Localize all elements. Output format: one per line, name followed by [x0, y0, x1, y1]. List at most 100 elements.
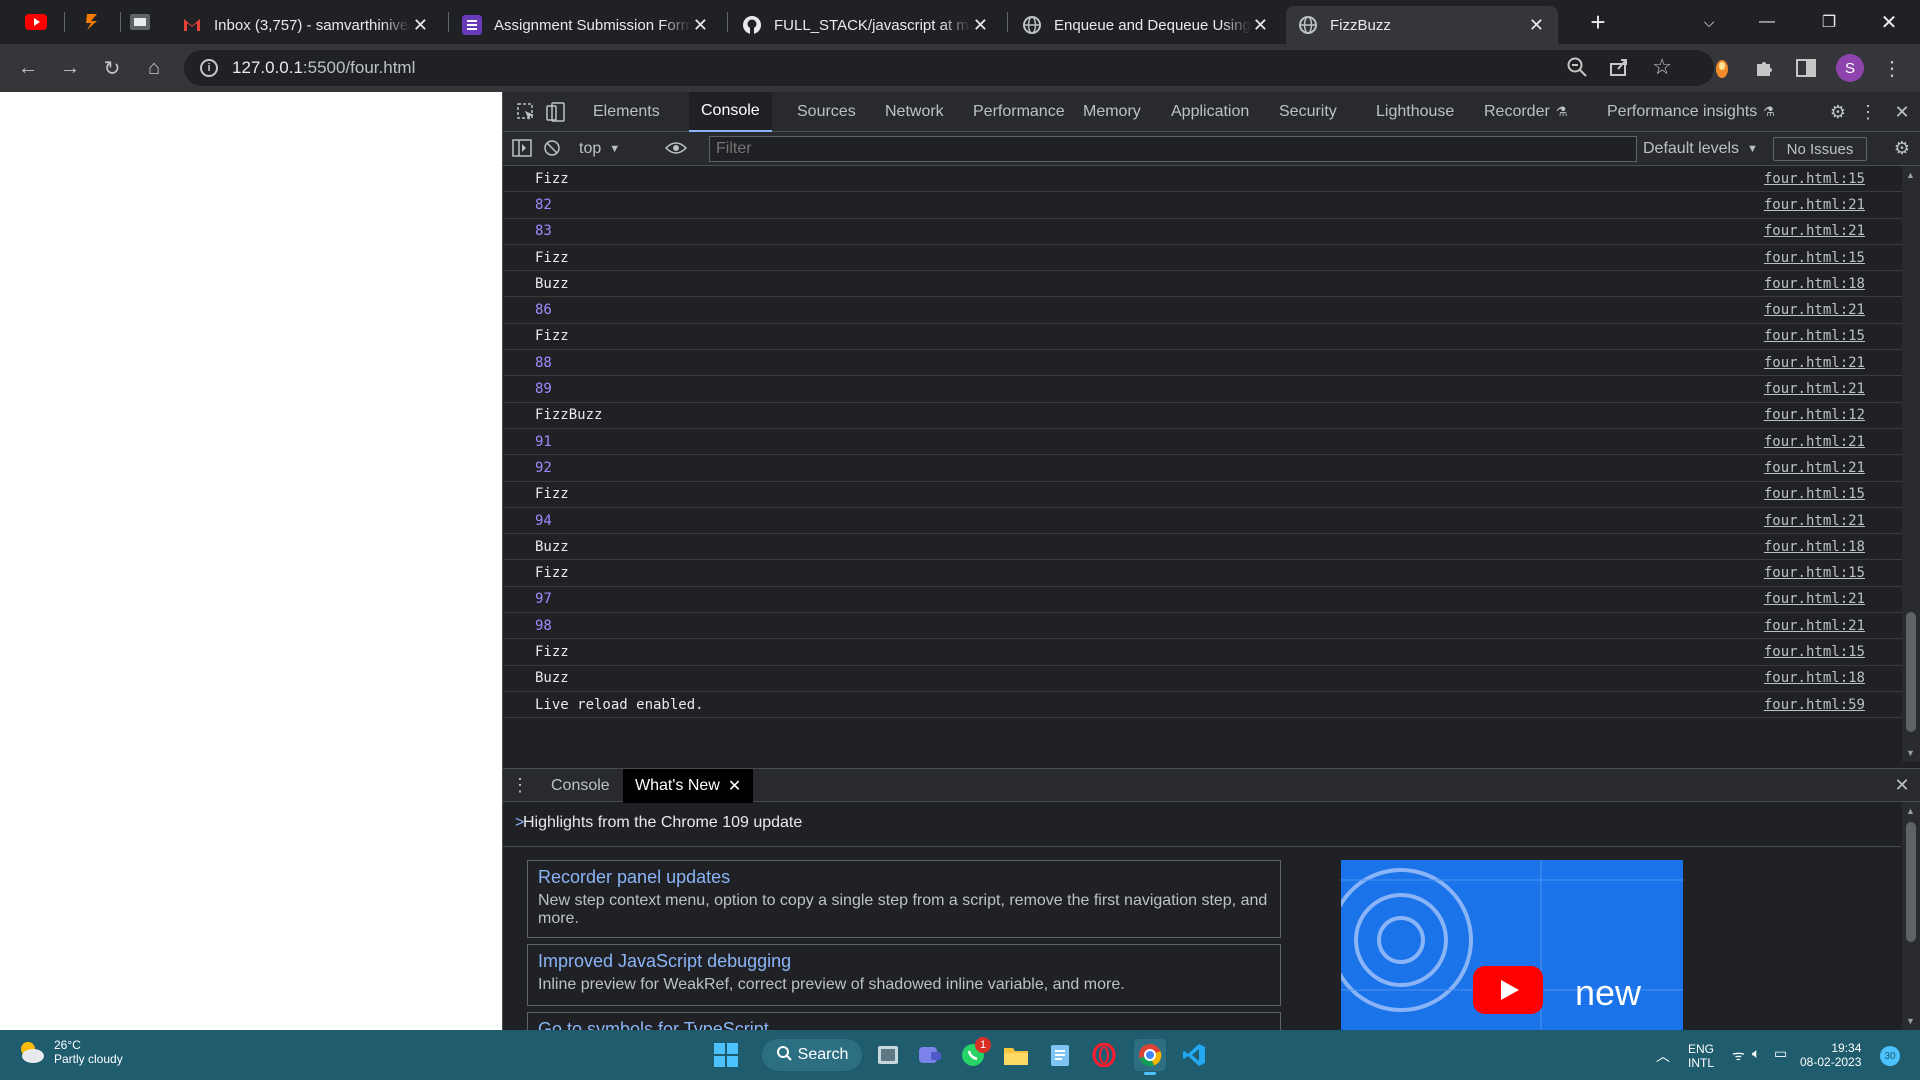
inspect-element-icon[interactable]	[513, 100, 539, 124]
live-expression-eye-icon[interactable]	[663, 136, 689, 160]
sidebar-toggle-icon[interactable]	[509, 136, 535, 160]
log-source-link[interactable]: four.html:18	[1764, 539, 1865, 555]
devtools-tab-recorder[interactable]: Recorder ⚗	[1472, 92, 1579, 132]
menu-kebab-icon[interactable]: ⋮	[1876, 52, 1908, 84]
log-source-link[interactable]: four.html:15	[1764, 644, 1865, 660]
teams-chat-icon[interactable]	[914, 1039, 946, 1071]
extension-icon[interactable]	[1706, 52, 1738, 84]
log-source-link[interactable]: four.html:21	[1764, 197, 1865, 213]
drawer-tab-whats-new[interactable]: What's New ✕	[623, 769, 754, 803]
windows-start-icon[interactable]	[710, 1039, 742, 1071]
drawer-tab-console[interactable]: Console	[539, 769, 622, 803]
devtools-tab-security[interactable]: Security	[1267, 92, 1349, 132]
tab-enqueue-dequeue[interactable]: Enqueue and Dequeue Using Two Stacks ✕	[1010, 6, 1282, 44]
card-title[interactable]: Go to symbols for TypeScript	[538, 1019, 1270, 1030]
scrollbar-thumb[interactable]	[1906, 822, 1916, 942]
log-source-link[interactable]: four.html:21	[1764, 302, 1865, 318]
whats-new-card[interactable]: Go to symbols for TypeScript	[527, 1012, 1281, 1030]
devtools-tab-console[interactable]: Console	[689, 92, 772, 132]
log-source-link[interactable]: four.html:15	[1764, 565, 1865, 581]
youtube-pinned-tab[interactable]	[14, 6, 58, 38]
devtools-menu-icon[interactable]: ⋮	[1855, 100, 1881, 124]
chrome-icon[interactable]	[1134, 1039, 1166, 1075]
log-source-link[interactable]: four.html:21	[1764, 460, 1865, 476]
log-source-link[interactable]: four.html:21	[1764, 513, 1865, 529]
devtools-tab-lighthouse[interactable]: Lighthouse	[1364, 92, 1466, 132]
issues-button[interactable]: No Issues	[1773, 137, 1867, 161]
file-explorer-icon[interactable]	[1000, 1039, 1032, 1071]
whats-new-card[interactable]: Improved JavaScript debugging Inline pre…	[527, 944, 1281, 1006]
close-drawer-tab-icon[interactable]: ✕	[728, 776, 741, 796]
drawer-menu-icon[interactable]: ⋮	[507, 773, 533, 797]
share-icon[interactable]	[1608, 56, 1630, 83]
whats-new-card[interactable]: Recorder panel updates New step context …	[527, 860, 1281, 938]
tab-assignment-form[interactable]: Assignment Submission Form ✕	[450, 6, 722, 44]
volume-icon[interactable]: 🔈︎	[1752, 1045, 1760, 1062]
devtools-tab-performance[interactable]: Performance	[961, 92, 1077, 132]
site-info-icon[interactable]: i	[200, 59, 218, 77]
devtools-tab-elements[interactable]: Elements	[581, 92, 672, 132]
vscode-icon[interactable]	[1178, 1039, 1210, 1071]
context-selector[interactable]: top ▼	[579, 132, 620, 166]
close-tab-icon[interactable]: ✕	[691, 15, 710, 36]
scrollbar-thumb[interactable]	[1906, 612, 1916, 732]
address-bar[interactable]: i 127.0.0.1:5500/four.html ☆	[184, 50, 1714, 86]
scroll-up-arrow-icon[interactable]: ▲	[1906, 806, 1915, 816]
close-tab-icon[interactable]: ✕	[1527, 15, 1546, 36]
tab-gmail[interactable]: Inbox (3,757) - samvarthinivedha@gmail.c…	[170, 6, 442, 44]
log-source-link[interactable]: four.html:12	[1764, 407, 1865, 423]
close-tab-icon[interactable]: ✕	[1251, 15, 1270, 36]
devtools-tab-application[interactable]: Application	[1159, 92, 1261, 132]
notepad-icon[interactable]	[1044, 1039, 1076, 1071]
opera-icon[interactable]	[1088, 1039, 1120, 1071]
console-settings-gear-icon[interactable]: ⚙	[1889, 136, 1915, 160]
clear-console-icon[interactable]	[539, 136, 565, 160]
console-filter-input[interactable]	[709, 136, 1637, 162]
notification-count-badge[interactable]: 30	[1880, 1046, 1900, 1066]
log-source-link[interactable]: four.html:15	[1764, 171, 1865, 187]
scroll-down-arrow-icon[interactable]: ▼	[1906, 1016, 1915, 1026]
close-drawer-icon[interactable]: ✕	[1889, 773, 1915, 797]
pinned-tab-2[interactable]	[70, 6, 114, 38]
close-tab-icon[interactable]: ✕	[411, 15, 430, 36]
reload-icon[interactable]: ↻	[96, 52, 128, 84]
restore-button[interactable]: ❐	[1806, 0, 1852, 44]
clock[interactable]: 19:34 08-02-2023	[1800, 1041, 1861, 1069]
devtools-tab-sources[interactable]: Sources	[785, 92, 868, 132]
log-source-link[interactable]: four.html:15	[1764, 486, 1865, 502]
log-source-link[interactable]: four.html:59	[1764, 697, 1865, 713]
weather-widget[interactable]: 26°C Partly cloudy	[16, 1038, 123, 1066]
show-hidden-icons-chevron-icon[interactable]: ︿	[1656, 1046, 1670, 1066]
minimize-button[interactable]: —	[1744, 0, 1790, 44]
devtools-tab-memory[interactable]: Memory	[1071, 92, 1153, 132]
back-arrow-icon[interactable]: ←	[12, 52, 44, 84]
log-source-link[interactable]: four.html:21	[1764, 434, 1865, 450]
taskbar-search-button[interactable]: Search	[762, 1039, 862, 1071]
profile-avatar[interactable]: S	[1834, 52, 1866, 84]
forward-arrow-icon[interactable]: →	[54, 52, 86, 84]
log-source-link[interactable]: four.html:18	[1764, 276, 1865, 292]
wifi-icon[interactable]: ᯤ	[1732, 1046, 1745, 1065]
log-source-link[interactable]: four.html:18	[1764, 670, 1865, 686]
log-source-link[interactable]: four.html:21	[1764, 381, 1865, 397]
side-panel-icon[interactable]	[1790, 52, 1822, 84]
log-source-link[interactable]: four.html:21	[1764, 223, 1865, 239]
device-toolbar-icon[interactable]	[543, 100, 569, 124]
tab-search-chevron-icon[interactable]: ⌵	[1686, 0, 1732, 44]
whatsapp-icon[interactable]: 1	[957, 1037, 991, 1071]
card-title[interactable]: Improved JavaScript debugging	[538, 951, 1270, 972]
close-devtools-icon[interactable]: ✕	[1889, 100, 1915, 124]
zoom-icon[interactable]	[1566, 56, 1588, 83]
log-source-link[interactable]: four.html:15	[1764, 250, 1865, 266]
home-icon[interactable]: ⌂	[138, 52, 170, 84]
devtools-tab-network[interactable]: Network	[873, 92, 956, 132]
log-source-link[interactable]: four.html:21	[1764, 618, 1865, 634]
log-source-link[interactable]: four.html:21	[1764, 591, 1865, 607]
log-source-link[interactable]: four.html:21	[1764, 355, 1865, 371]
card-title[interactable]: Recorder panel updates	[538, 867, 1270, 888]
drawer-scrollbar[interactable]: ▲ ▼	[1902, 802, 1920, 1030]
whats-new-video-thumbnail[interactable]: new	[1341, 860, 1683, 1030]
scroll-down-arrow-icon[interactable]: ▼	[1906, 748, 1915, 758]
bookmark-star-icon[interactable]: ☆	[1652, 54, 1672, 80]
scroll-up-arrow-icon[interactable]: ▲	[1906, 170, 1915, 180]
